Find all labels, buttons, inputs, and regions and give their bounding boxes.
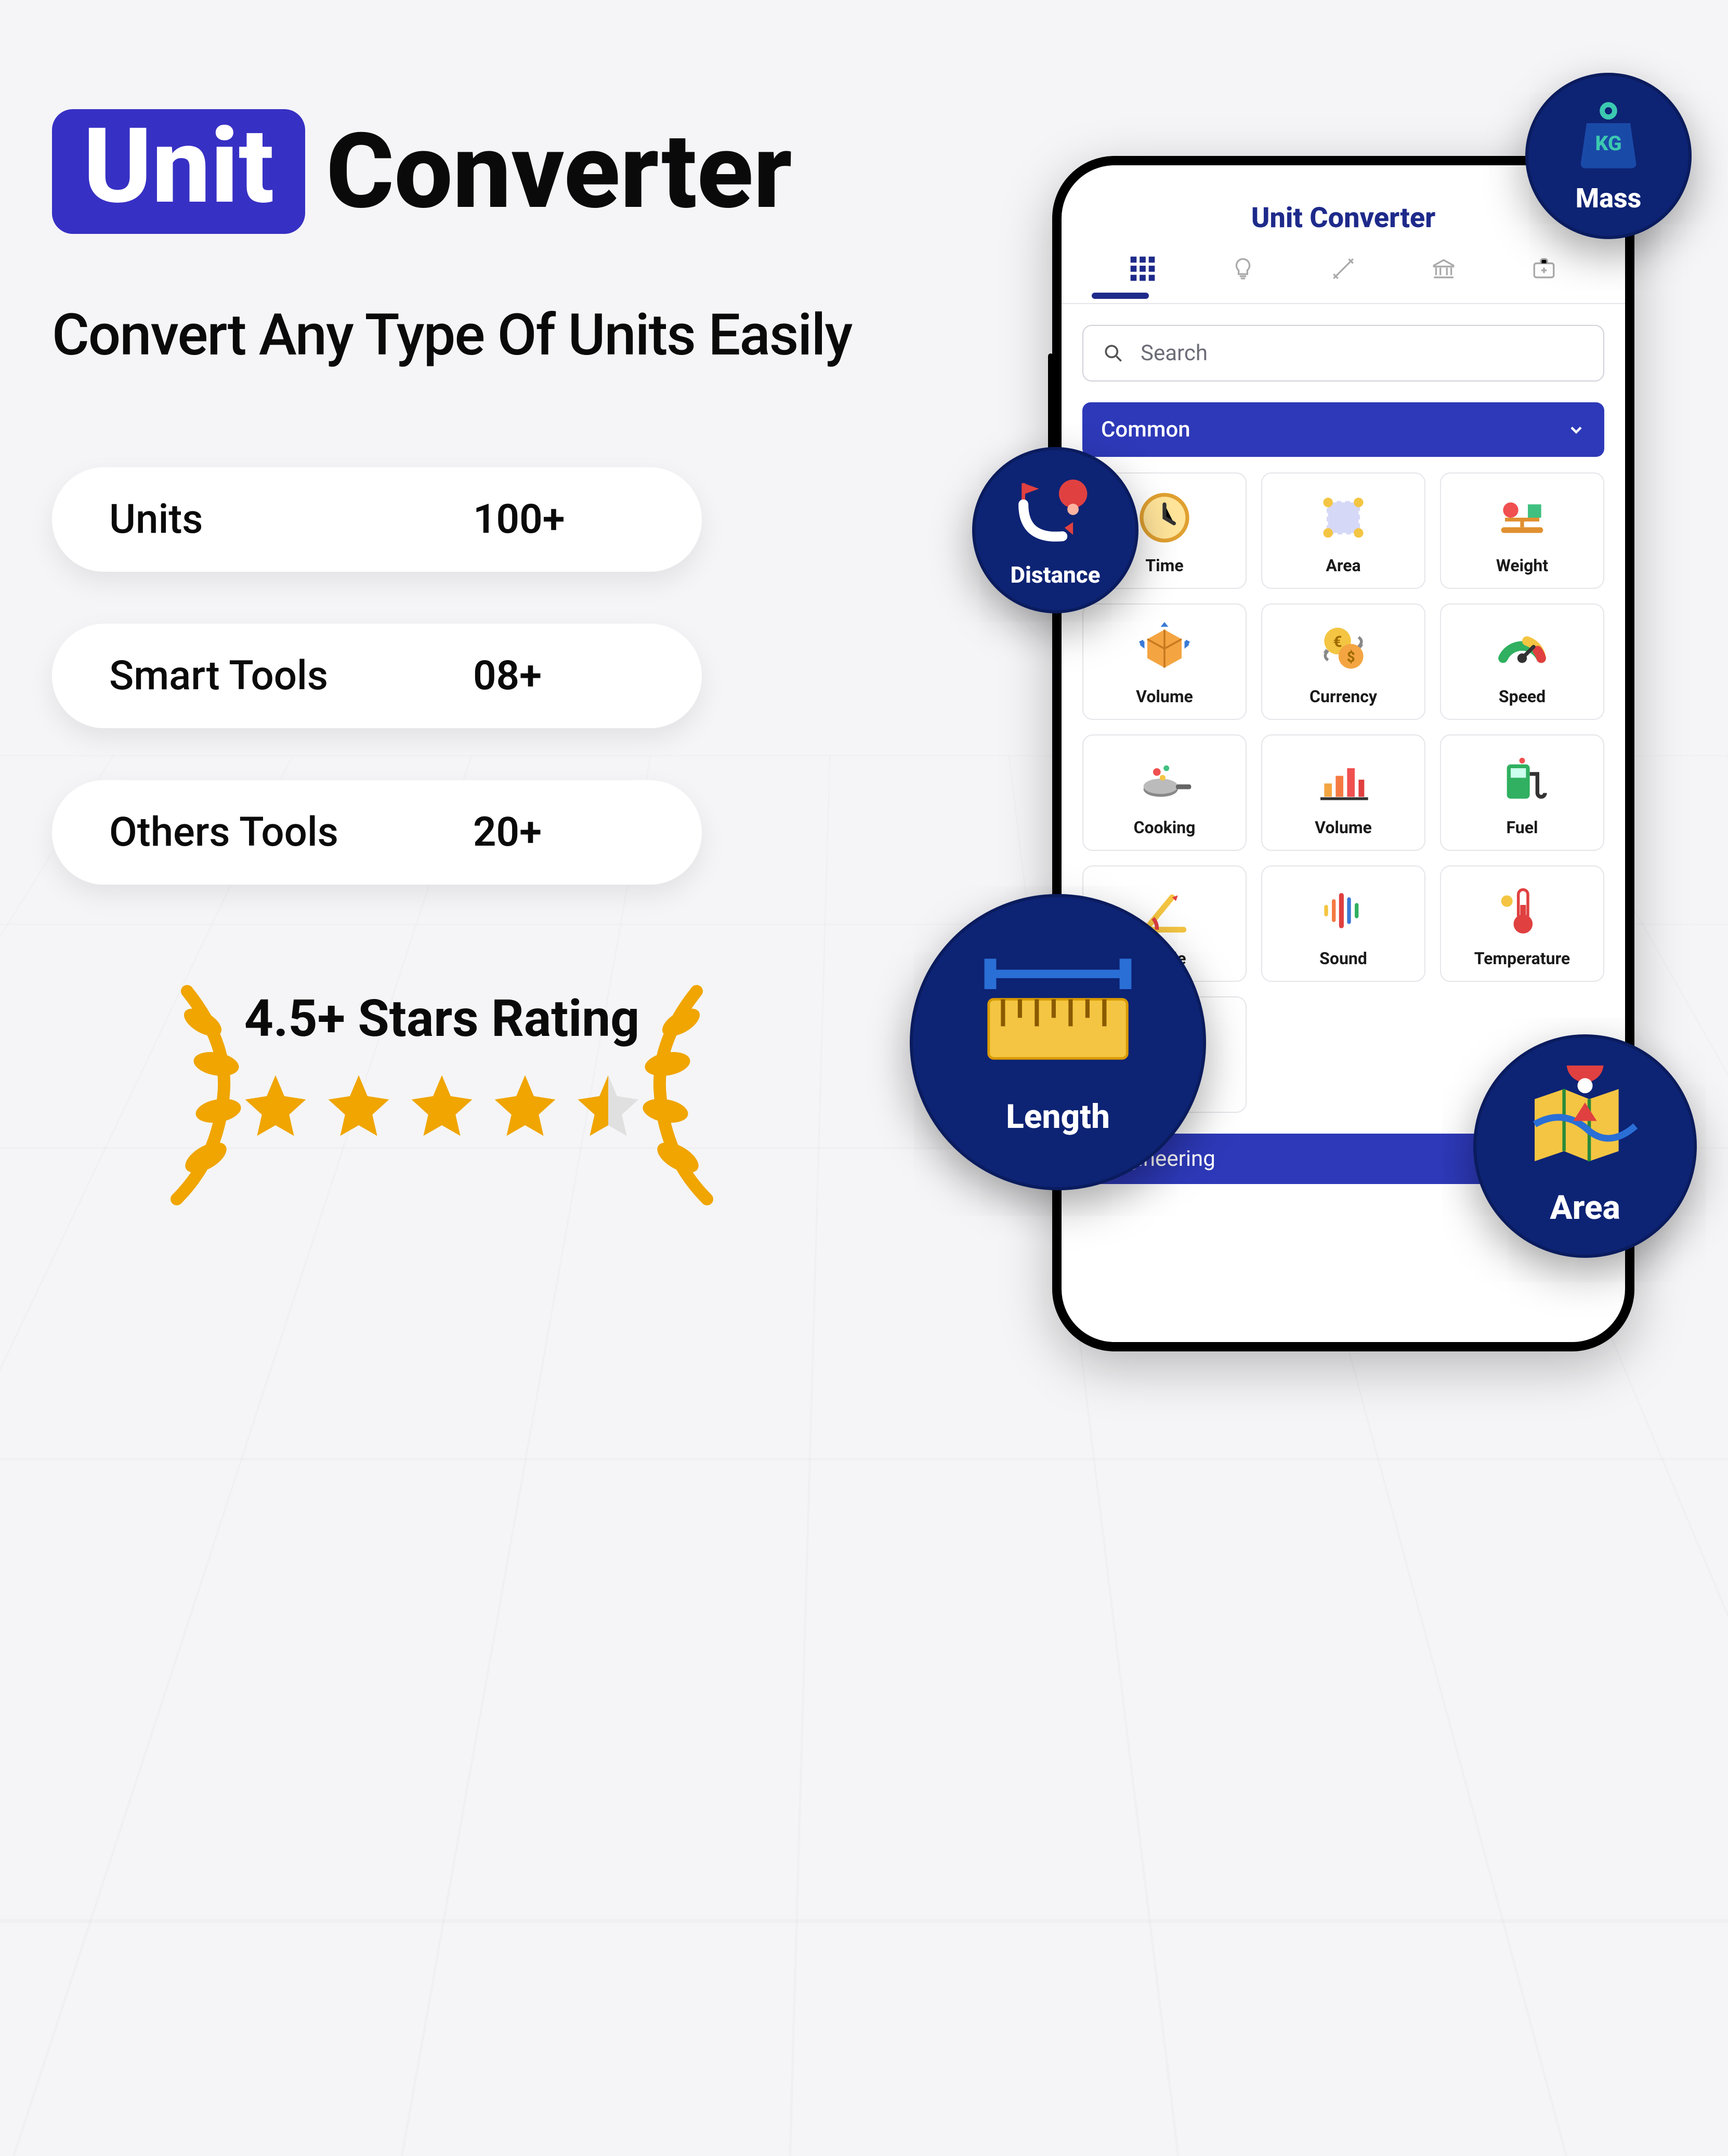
badge-length: Length: [910, 894, 1206, 1190]
pill-value: 08+: [473, 652, 542, 700]
tile-label: Temperature: [1474, 949, 1570, 968]
clock-icon: [1136, 489, 1193, 546]
top-tabs: [1062, 250, 1625, 287]
svg-text:KG: KG: [1595, 132, 1621, 155]
badge-mass: KG Mass: [1525, 73, 1692, 239]
gauge-icon: [1494, 620, 1551, 677]
laurel-left-icon: [146, 978, 250, 1212]
tile-currency[interactable]: €$Currency: [1261, 603, 1425, 720]
star-icon: [239, 1069, 312, 1142]
tile-label: Time: [1145, 556, 1183, 575]
star-half-icon: [572, 1069, 645, 1142]
badge-label: Distance: [1011, 561, 1101, 588]
tab-ruler[interactable]: [1325, 250, 1362, 287]
pump-icon: [1494, 751, 1551, 808]
tile-label: Speed: [1499, 687, 1546, 706]
svg-text:€: €: [1333, 633, 1342, 651]
star-icon: [489, 1069, 561, 1142]
stat-pill-units: Units 100+: [52, 467, 702, 572]
title-rest: Converter: [326, 120, 792, 224]
badge-label: Mass: [1576, 182, 1642, 214]
search-input[interactable]: Search: [1082, 325, 1604, 382]
star-icon: [322, 1069, 395, 1142]
tile-sound[interactable]: Sound: [1261, 865, 1425, 982]
badge-label: Length: [1006, 1097, 1110, 1136]
pan-icon: [1136, 751, 1193, 808]
badge-label: Area: [1550, 1188, 1620, 1227]
tile-label: Currency: [1310, 687, 1377, 706]
tab-grid[interactable]: [1124, 250, 1161, 287]
hero-title: Unit Converter: [52, 109, 988, 234]
stars-row: [239, 1069, 645, 1142]
tile-speed[interactable]: Speed: [1440, 603, 1604, 720]
rating-text: 4.5+ Stars Rating: [244, 989, 639, 1048]
tile-label: Volume: [1136, 687, 1193, 706]
rating-block: 4.5+ Stars Rating: [52, 989, 832, 1142]
stat-pill-others-tools: Others Tools 20+: [52, 780, 702, 885]
route-pin-icon: [1011, 472, 1099, 556]
tile-area[interactable]: Area: [1261, 472, 1425, 589]
tile-label: Volume: [1315, 818, 1372, 837]
thermo-icon: [1494, 882, 1551, 939]
hero-subtitle: Convert Any Type Of Units Easily: [52, 301, 988, 369]
balance-icon: [1494, 489, 1551, 546]
tab-bank[interactable]: [1425, 250, 1462, 287]
tile-fuel[interactable]: Fuel: [1440, 734, 1604, 851]
laurel-right-icon: [634, 978, 738, 1212]
wave-icon: [1315, 882, 1372, 939]
map-pin-icon: [1525, 1066, 1645, 1183]
pill-value: 20+: [473, 809, 542, 856]
chevron-down-icon: [1567, 420, 1586, 439]
title-badge: Unit: [52, 109, 305, 234]
pill-value: 100+: [473, 496, 565, 543]
tab-medkit[interactable]: [1525, 250, 1563, 287]
section-label: Common: [1101, 417, 1190, 442]
tile-volume[interactable]: Volume: [1261, 734, 1425, 851]
tab-bulb[interactable]: [1224, 250, 1262, 287]
tile-temperature[interactable]: Temperature: [1440, 865, 1604, 982]
tile-label: Weight: [1496, 556, 1548, 575]
bars-icon: [1315, 751, 1372, 808]
pill-label: Smart Tools: [109, 652, 473, 700]
tile-label: Cooking: [1134, 818, 1196, 837]
search-placeholder: Search: [1141, 340, 1208, 366]
svg-text:$: $: [1347, 649, 1355, 666]
tile-label: Fuel: [1507, 818, 1538, 837]
badge-area: Area: [1473, 1034, 1697, 1258]
square-icon: [1315, 489, 1372, 546]
tile-weight[interactable]: Weight: [1440, 472, 1604, 589]
box-icon: [1136, 620, 1193, 677]
pill-label: Others Tools: [109, 809, 473, 856]
badge-distance: Distance: [972, 447, 1138, 613]
section-common[interactable]: Common: [1082, 402, 1604, 457]
stat-pill-smart-tools: Smart Tools 08+: [52, 624, 702, 728]
tile-label: Sound: [1319, 949, 1367, 968]
tile-label: Area: [1326, 556, 1360, 575]
tile-volume[interactable]: Volume: [1082, 603, 1247, 720]
tile-cooking[interactable]: Cooking: [1082, 734, 1247, 851]
pill-label: Units: [109, 496, 473, 543]
search-icon: [1102, 342, 1125, 365]
coins-icon: €$: [1315, 620, 1372, 677]
weight-kg-icon: KG: [1569, 98, 1647, 177]
star-icon: [405, 1069, 478, 1142]
ruler-icon: [972, 949, 1144, 1092]
